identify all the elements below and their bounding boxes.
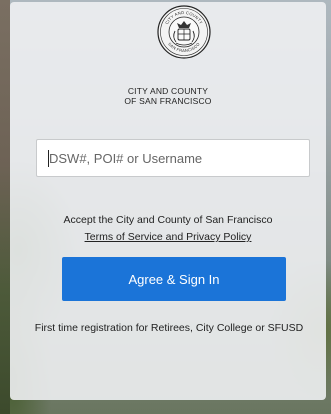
organization-name-line2: OF SAN FRANCISCO [124, 96, 212, 106]
background-edge [0, 0, 10, 414]
organization-name-line1: CITY AND COUNTY [127, 86, 209, 96]
organization-name: CITY AND COUNTY OF SAN FRANCISCO [10, 86, 326, 106]
terms-prefix-text: Accept the City and County of San Franci… [63, 214, 273, 226]
agree-sign-in-button[interactable]: Agree & Sign In [62, 257, 286, 301]
login-card: CITY AND COUNTY SAN FRANCISCO CITY AND C… [10, 2, 326, 400]
username-input[interactable] [36, 139, 310, 177]
terms-link[interactable]: Terms of Service and Privacy Policy [10, 229, 326, 246]
registration-link[interactable]: First time registration for Retirees, Ci… [30, 320, 308, 337]
text-cursor [48, 150, 49, 167]
city-seal-icon: CITY AND COUNTY SAN FRANCISCO [157, 5, 211, 59]
